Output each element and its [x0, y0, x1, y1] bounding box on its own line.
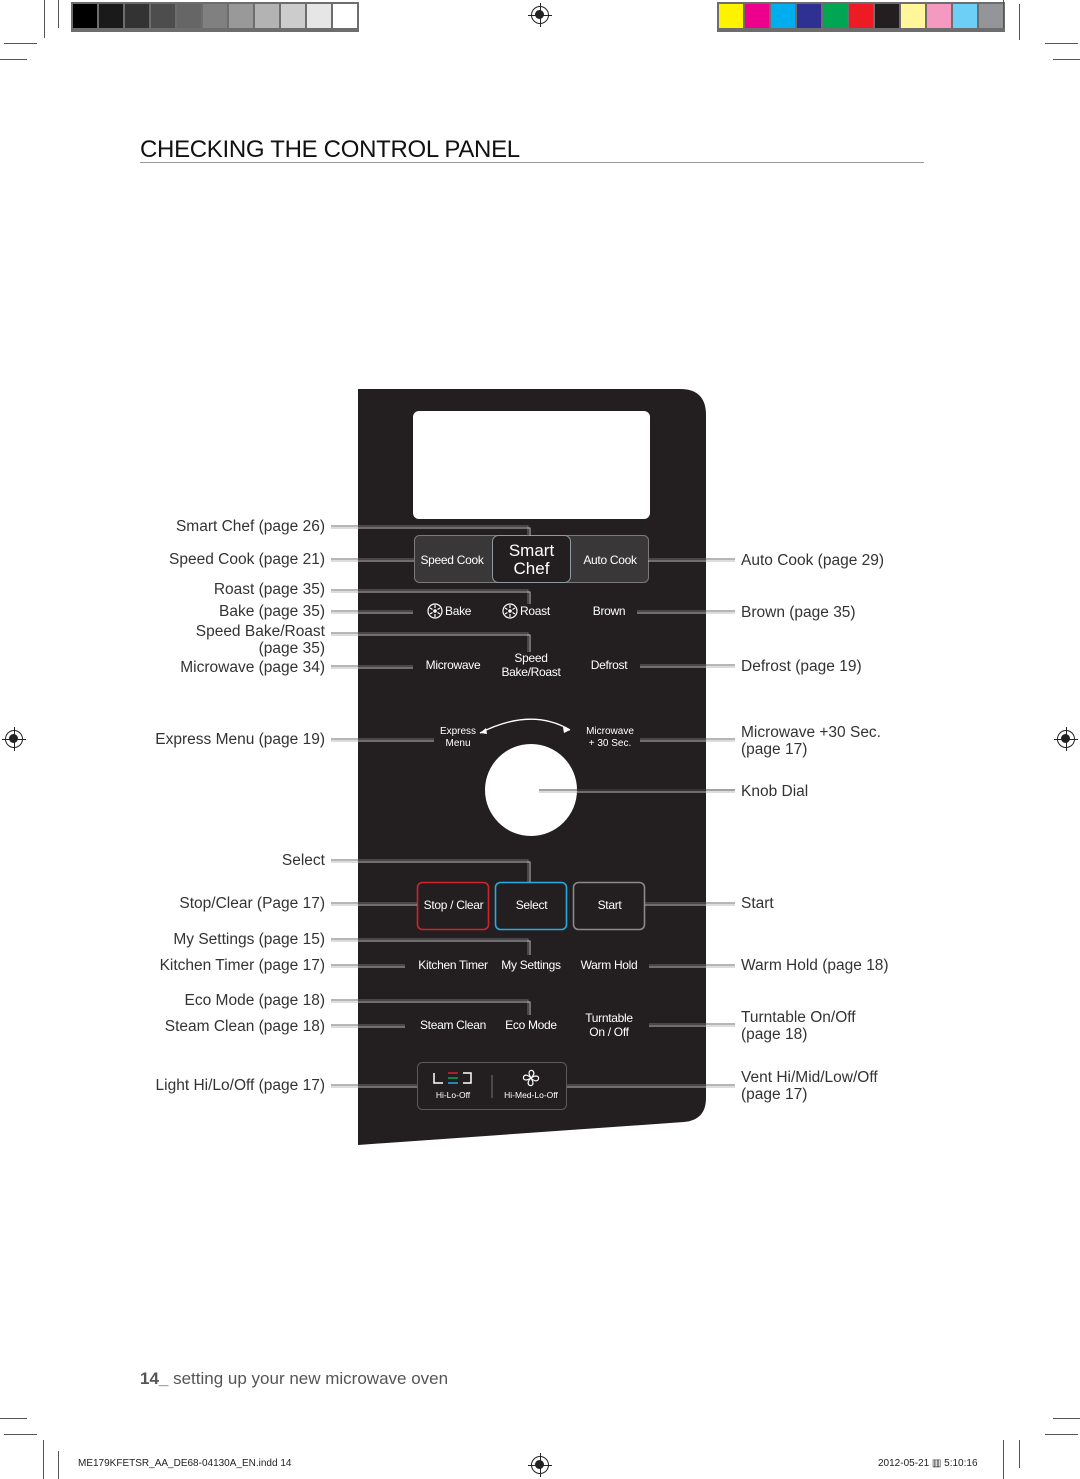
- roast-button[interactable]: Roast: [520, 604, 564, 618]
- callout-brown: Brown (page 35): [741, 604, 856, 621]
- callout-defrost: Defrost (page 19): [741, 658, 862, 675]
- crop-mark: [4, 1434, 37, 1435]
- speed-bake-roast-line2: Bake/Roast: [501, 665, 561, 679]
- speed-cook-button[interactable]: Speed Cook: [414, 553, 490, 567]
- callout-auto-cook: Auto Cook (page 29): [741, 552, 885, 569]
- callout-roast: Roast (page 35): [213, 581, 325, 598]
- defrost-button[interactable]: Defrost: [576, 658, 642, 672]
- eco-mode-button[interactable]: Eco Mode: [496, 1018, 566, 1032]
- file-name-slug: ME179KFETSR_AA_DE68-04130A_EN.indd 14: [78, 1458, 292, 1469]
- callout-knob-dial: Knob Dial: [741, 783, 809, 800]
- callout-smart-chef: Smart Chef (page 26): [175, 518, 325, 535]
- turntable-line1: Turntable: [585, 1011, 633, 1025]
- callout-eco-mode: Eco Mode (page 18): [184, 992, 325, 1009]
- callout-microwave: Microwave (page 34): [180, 659, 325, 676]
- callout-turntable-line2: (page 18): [741, 1026, 808, 1043]
- speed-bake-roast-button[interactable]: Speed Bake/Roast: [494, 651, 568, 679]
- footer-section-title: setting up your new microwave oven: [168, 1369, 449, 1388]
- light-button[interactable]: Hi-Lo-Off: [423, 1090, 483, 1100]
- callout-kitchen-timer: Kitchen Timer (page 17): [159, 957, 325, 974]
- callout-vent: Vent Hi/Mid/Low/Off (page 17): [741, 1069, 878, 1103]
- select-button[interactable]: Select: [496, 898, 567, 912]
- crop-mark: [1045, 1434, 1078, 1435]
- express-menu-line2: Menu: [445, 738, 471, 749]
- bake-button[interactable]: Bake: [445, 604, 485, 618]
- smart-chef-label-line1: Smart: [508, 541, 555, 560]
- stop-clear-button[interactable]: Stop / Clear: [418, 898, 489, 912]
- microwave-button[interactable]: Microwave: [418, 658, 488, 672]
- page-footer: 14_ setting up your new microwave oven: [140, 1369, 448, 1389]
- express-menu-button[interactable]: Express Menu: [428, 726, 488, 750]
- auto-cook-button[interactable]: Auto Cook: [571, 553, 649, 567]
- microwave-30sec-line1: Microwave: [586, 726, 634, 737]
- steam-clean-button[interactable]: Steam Clean: [413, 1018, 493, 1032]
- callout-microwave-30-line1: Microwave +30 Sec.: [741, 724, 881, 741]
- turntable-line2: On / Off: [589, 1025, 629, 1039]
- callout-vent-line2: (page 17): [741, 1086, 808, 1103]
- brown-button[interactable]: Brown: [576, 604, 642, 618]
- callout-select: Select: [281, 852, 325, 869]
- footer-page-number: 14_: [140, 1369, 169, 1388]
- callout-speed-cook: Speed Cook (page 21): [169, 551, 325, 568]
- warm-hold-button[interactable]: Warm Hold: [572, 958, 646, 972]
- callout-bake: Bake (page 35): [219, 603, 325, 620]
- microwave-30sec-button[interactable]: Microwave + 30 Sec.: [575, 726, 645, 750]
- callout-microwave-30: Microwave +30 Sec. (page 17): [741, 724, 881, 758]
- callout-stop-clear: Stop/Clear (Page 17): [179, 895, 325, 912]
- vent-button[interactable]: Hi-Med-Lo-Off: [496, 1090, 566, 1100]
- smart-chef-button[interactable]: Smart Chef: [493, 542, 570, 578]
- callout-turntable-line1: Turntable On/Off: [741, 1009, 856, 1026]
- callout-express-menu: Express Menu (page 19): [155, 731, 325, 748]
- callout-warm-hold: Warm Hold (page 18): [741, 957, 889, 974]
- microwave-30sec-line2: + 30 Sec.: [588, 738, 632, 749]
- crop-mark: [1019, 1440, 1020, 1468]
- callout-vent-line1: Vent Hi/Mid/Low/Off: [741, 1069, 878, 1086]
- crop-mark: [58, 1451, 59, 1479]
- callout-speed-bake-roast-line2: (page 35): [258, 640, 325, 657]
- callout-my-settings: My Settings (page 15): [173, 931, 325, 948]
- callout-light: Light Hi/Lo/Off (page 17): [155, 1077, 325, 1094]
- my-settings-button[interactable]: My Settings: [493, 958, 569, 972]
- smart-chef-label-line2: Chef: [513, 559, 550, 578]
- callout-start: Start: [741, 895, 774, 912]
- callout-turntable: Turntable On/Off (page 18): [741, 1009, 856, 1043]
- callout-speed-bake-roast: Speed Bake/Roast (page 35): [196, 623, 325, 657]
- start-button[interactable]: Start: [574, 898, 645, 912]
- callout-microwave-30-line2: (page 17): [741, 741, 808, 758]
- print-timestamp: 2012-05-21 ▥ 5:10:16: [878, 1458, 978, 1469]
- crop-mark: [1003, 1440, 1004, 1479]
- callout-steam-clean: Steam Clean (page 18): [164, 1018, 325, 1035]
- crop-mark: [0, 1418, 27, 1419]
- express-menu-line1: Express: [439, 726, 477, 737]
- crop-mark: [43, 1440, 44, 1479]
- crop-mark: [1053, 1418, 1080, 1419]
- speed-bake-roast-line1: Speed: [514, 651, 548, 665]
- kitchen-timer-button[interactable]: Kitchen Timer: [410, 958, 496, 972]
- display-window: [413, 411, 650, 519]
- turntable-button[interactable]: Turntable On / Off: [572, 1011, 646, 1039]
- callout-speed-bake-roast-line1: Speed Bake/Roast: [195, 623, 325, 640]
- registration-mark-icon: [528, 1453, 552, 1477]
